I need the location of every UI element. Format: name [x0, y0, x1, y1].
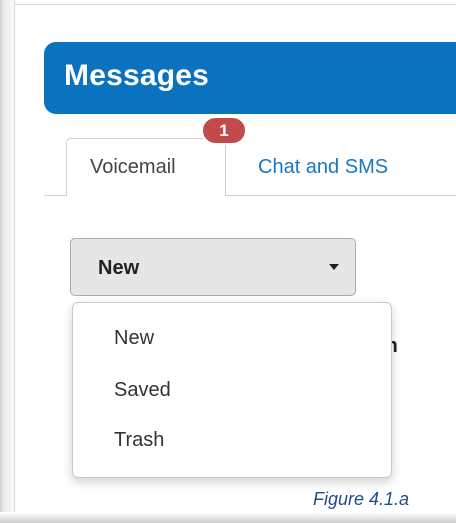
dropdown-option-trash[interactable]: Trash	[73, 418, 391, 462]
screenshot-frame: Messages Voicemail Chat and SMS 1 New m …	[0, 0, 456, 523]
dropdown-option-label: Saved	[114, 379, 171, 401]
dropdown-option-new[interactable]: New	[73, 316, 391, 360]
dropdown-option-label: Trash	[114, 429, 165, 451]
divider	[14, 0, 15, 523]
dropdown-option-saved[interactable]: Saved	[73, 368, 391, 412]
unread-count-badge: 1	[201, 116, 247, 145]
tab-chat-and-sms[interactable]: Chat and SMS	[258, 154, 388, 180]
voicemail-filter-selected-value[interactable]: New	[98, 256, 139, 280]
voicemail-filter-dropdown: New Saved Trash	[72, 302, 392, 478]
tab-voicemail-label[interactable]: Voicemail	[90, 154, 176, 180]
page-shadow-bottom	[0, 512, 456, 523]
figure-caption: Figure 4.1.a	[313, 489, 410, 509]
caret-down-icon[interactable]	[329, 264, 339, 270]
dropdown-option-label: New	[114, 327, 155, 349]
page-title: Messages	[64, 59, 210, 92]
divider	[14, 4, 456, 5]
